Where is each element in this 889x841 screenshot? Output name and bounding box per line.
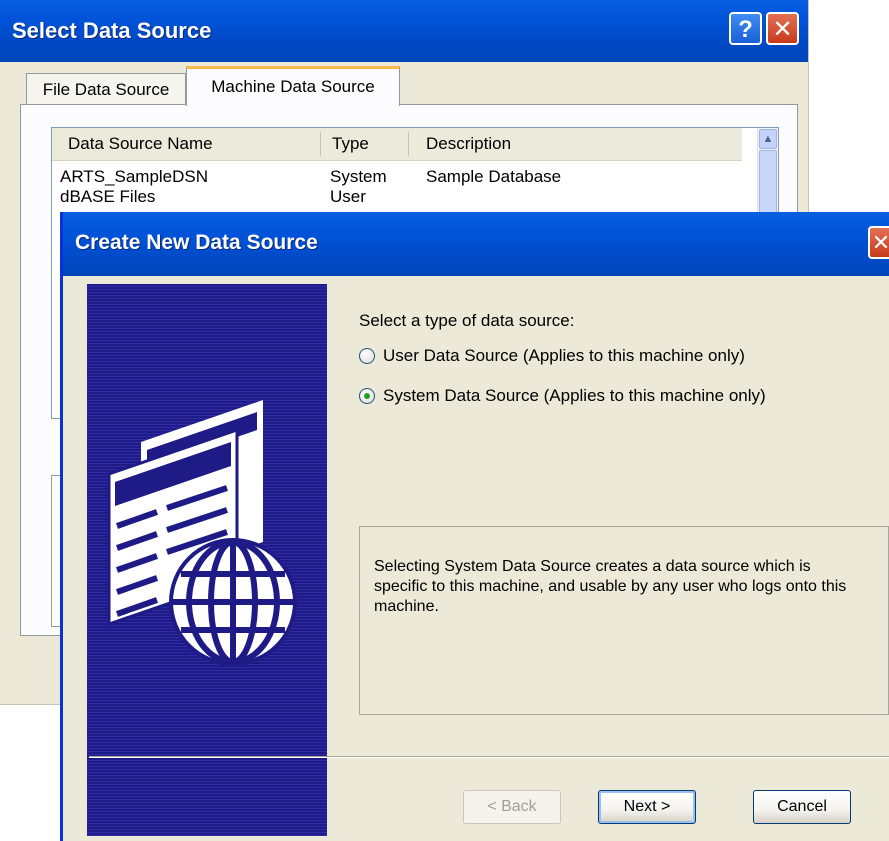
description-text: Selecting System Data Source creates a d… [374,558,847,615]
title-bar[interactable]: Select Data Source ? ✕ [0,0,808,62]
row-name: dBASE Files [60,187,156,206]
radio-selected-dot [364,393,370,399]
close-icon[interactable]: ✕ [766,12,799,45]
radio-label-user[interactable]: User Data Source (Applies to this machin… [383,346,745,366]
scroll-up-icon[interactable]: ▲ [759,129,777,149]
window-title: Select Data Source [12,18,212,43]
row-type: User [330,187,366,206]
cancel-button[interactable]: Cancel [753,790,851,824]
tab-file-data-source[interactable]: File Data Source [26,73,186,105]
tab-machine-data-source[interactable]: Machine Data Source [186,66,400,106]
data-source-type-prompt: Select a type of data source: [359,311,575,330]
next-button[interactable]: Next > [598,790,696,824]
list-header: Data Source Name Type Description [52,128,742,161]
description-box: Selecting System Data Source creates a d… [359,526,889,715]
dialog-title: Create New Data Source [75,231,318,254]
row-name: ARTS_SampleDSN [60,167,209,186]
column-header-name[interactable]: Data Source Name [68,134,213,154]
button-divider [89,756,889,758]
create-new-data-source-dialog: Create New Data Source ✕ Select a type o… [60,212,889,841]
scroll-thumb[interactable] [759,150,777,220]
column-header-description[interactable]: Description [426,134,511,154]
dialog-title-bar[interactable]: Create New Data Source ✕ [63,212,889,276]
help-icon[interactable]: ? [729,12,762,45]
radio-system[interactable] [359,388,375,404]
column-header-type[interactable]: Type [332,134,369,154]
row-type: System [330,167,387,186]
back-button[interactable]: < Back [463,790,561,824]
datasource-globe-icon [87,284,327,836]
radio-label-system[interactable]: System Data Source (Applies to this mach… [383,386,766,406]
radio-user[interactable] [359,348,375,364]
column-divider[interactable] [408,132,409,156]
close-icon[interactable]: ✕ [868,226,889,259]
row-description: Sample Database [426,167,562,186]
column-divider[interactable] [320,132,321,156]
globe-shape [169,538,297,666]
